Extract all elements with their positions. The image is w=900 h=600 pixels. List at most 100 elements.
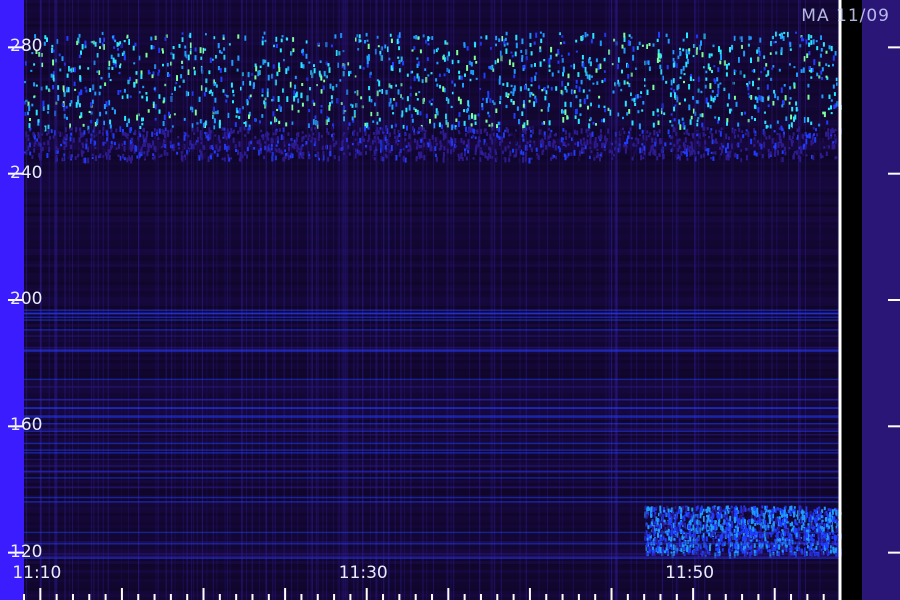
band-speck [742, 527, 745, 533]
band-speck [203, 152, 206, 156]
band-speck [460, 75, 463, 80]
band-speck [464, 151, 466, 157]
band-speck [754, 522, 757, 526]
horizontal-line [24, 442, 840, 445]
band-speck [592, 121, 595, 125]
band-speck [595, 68, 598, 73]
band-speck [751, 506, 754, 511]
band-speck [825, 75, 828, 78]
band-speck [735, 101, 738, 107]
vertical-streak [196, 0, 198, 600]
band-speck [767, 96, 770, 101]
band-speck [810, 121, 813, 125]
horizontal-line [24, 543, 840, 545]
vertical-streak [389, 0, 391, 600]
band-speck [825, 533, 828, 536]
band-speck [516, 106, 519, 111]
noise-row [24, 216, 840, 219]
band-speck [112, 57, 115, 63]
band-speck [328, 67, 331, 73]
band-speck [774, 93, 777, 99]
band-speck [249, 94, 252, 98]
band-speck [688, 524, 690, 529]
band-speck [521, 111, 524, 116]
band-speck [579, 113, 582, 117]
vertical-streak [48, 0, 50, 600]
vertical-streak [400, 0, 402, 600]
band-speck [222, 37, 225, 40]
band-speck [568, 132, 571, 138]
band-speck [825, 151, 828, 157]
band-speck [793, 66, 796, 69]
band-speck [415, 146, 418, 150]
band-speck [139, 125, 142, 130]
band-speck [457, 130, 460, 133]
band-speck [686, 32, 688, 39]
band-speck [172, 148, 175, 152]
band-speck [795, 106, 798, 112]
band-speck [830, 105, 832, 110]
band-speck [769, 512, 772, 515]
band-speck [329, 83, 332, 89]
noise-row [24, 474, 840, 477]
band-speck [123, 88, 126, 93]
band-speck [664, 522, 667, 525]
band-speck [728, 136, 730, 140]
band-speck [397, 140, 400, 143]
horizontal-line [24, 335, 840, 337]
band-speck [765, 63, 768, 67]
band-speck [167, 133, 170, 138]
band-speck [129, 144, 132, 151]
band-speck [66, 73, 69, 78]
band-speck [472, 134, 475, 138]
noise-row [24, 18, 840, 21]
band-speck [834, 136, 837, 139]
noise-row [24, 258, 840, 261]
band-speck [42, 100, 45, 107]
band-speck [509, 141, 511, 145]
band-speck [782, 36, 785, 41]
band-speck [633, 97, 636, 103]
band-speck [656, 545, 659, 552]
band-speck [330, 95, 333, 100]
noise-row [24, 369, 840, 372]
band-speck [628, 131, 631, 134]
band-speck [276, 136, 279, 141]
band-speck [232, 94, 235, 97]
band-speck [783, 84, 786, 87]
band-speck [52, 85, 55, 90]
noise-row [24, 564, 840, 567]
band-speck [813, 547, 816, 552]
band-speck [436, 83, 439, 87]
band-speck [828, 94, 831, 99]
band-speck [564, 130, 567, 135]
band-speck [124, 115, 127, 121]
band-speck [219, 68, 222, 73]
band-speck [710, 134, 713, 140]
vertical-streak [740, 0, 742, 600]
band-speck [529, 144, 532, 148]
band-speck [831, 143, 834, 149]
band-speck [779, 135, 782, 141]
band-speck [73, 81, 76, 87]
band-speck [459, 98, 462, 105]
band-speck [522, 136, 525, 140]
band-speck [680, 529, 683, 535]
band-speck [548, 69, 551, 72]
horizontal-line [24, 415, 840, 417]
band-speck [719, 153, 722, 156]
band-speck [627, 74, 630, 79]
band-speck [161, 48, 164, 51]
band-speck [482, 152, 485, 156]
band-speck [505, 104, 508, 109]
band-speck [603, 57, 606, 62]
band-speck [465, 156, 468, 161]
band-speck [679, 52, 682, 56]
band-speck [109, 79, 112, 82]
band-speck [582, 89, 585, 93]
band-speck [184, 45, 187, 49]
band-speck [418, 153, 421, 160]
spectrogram-plot [0, 0, 900, 600]
band-speck [700, 90, 703, 94]
band-speck [300, 62, 303, 69]
